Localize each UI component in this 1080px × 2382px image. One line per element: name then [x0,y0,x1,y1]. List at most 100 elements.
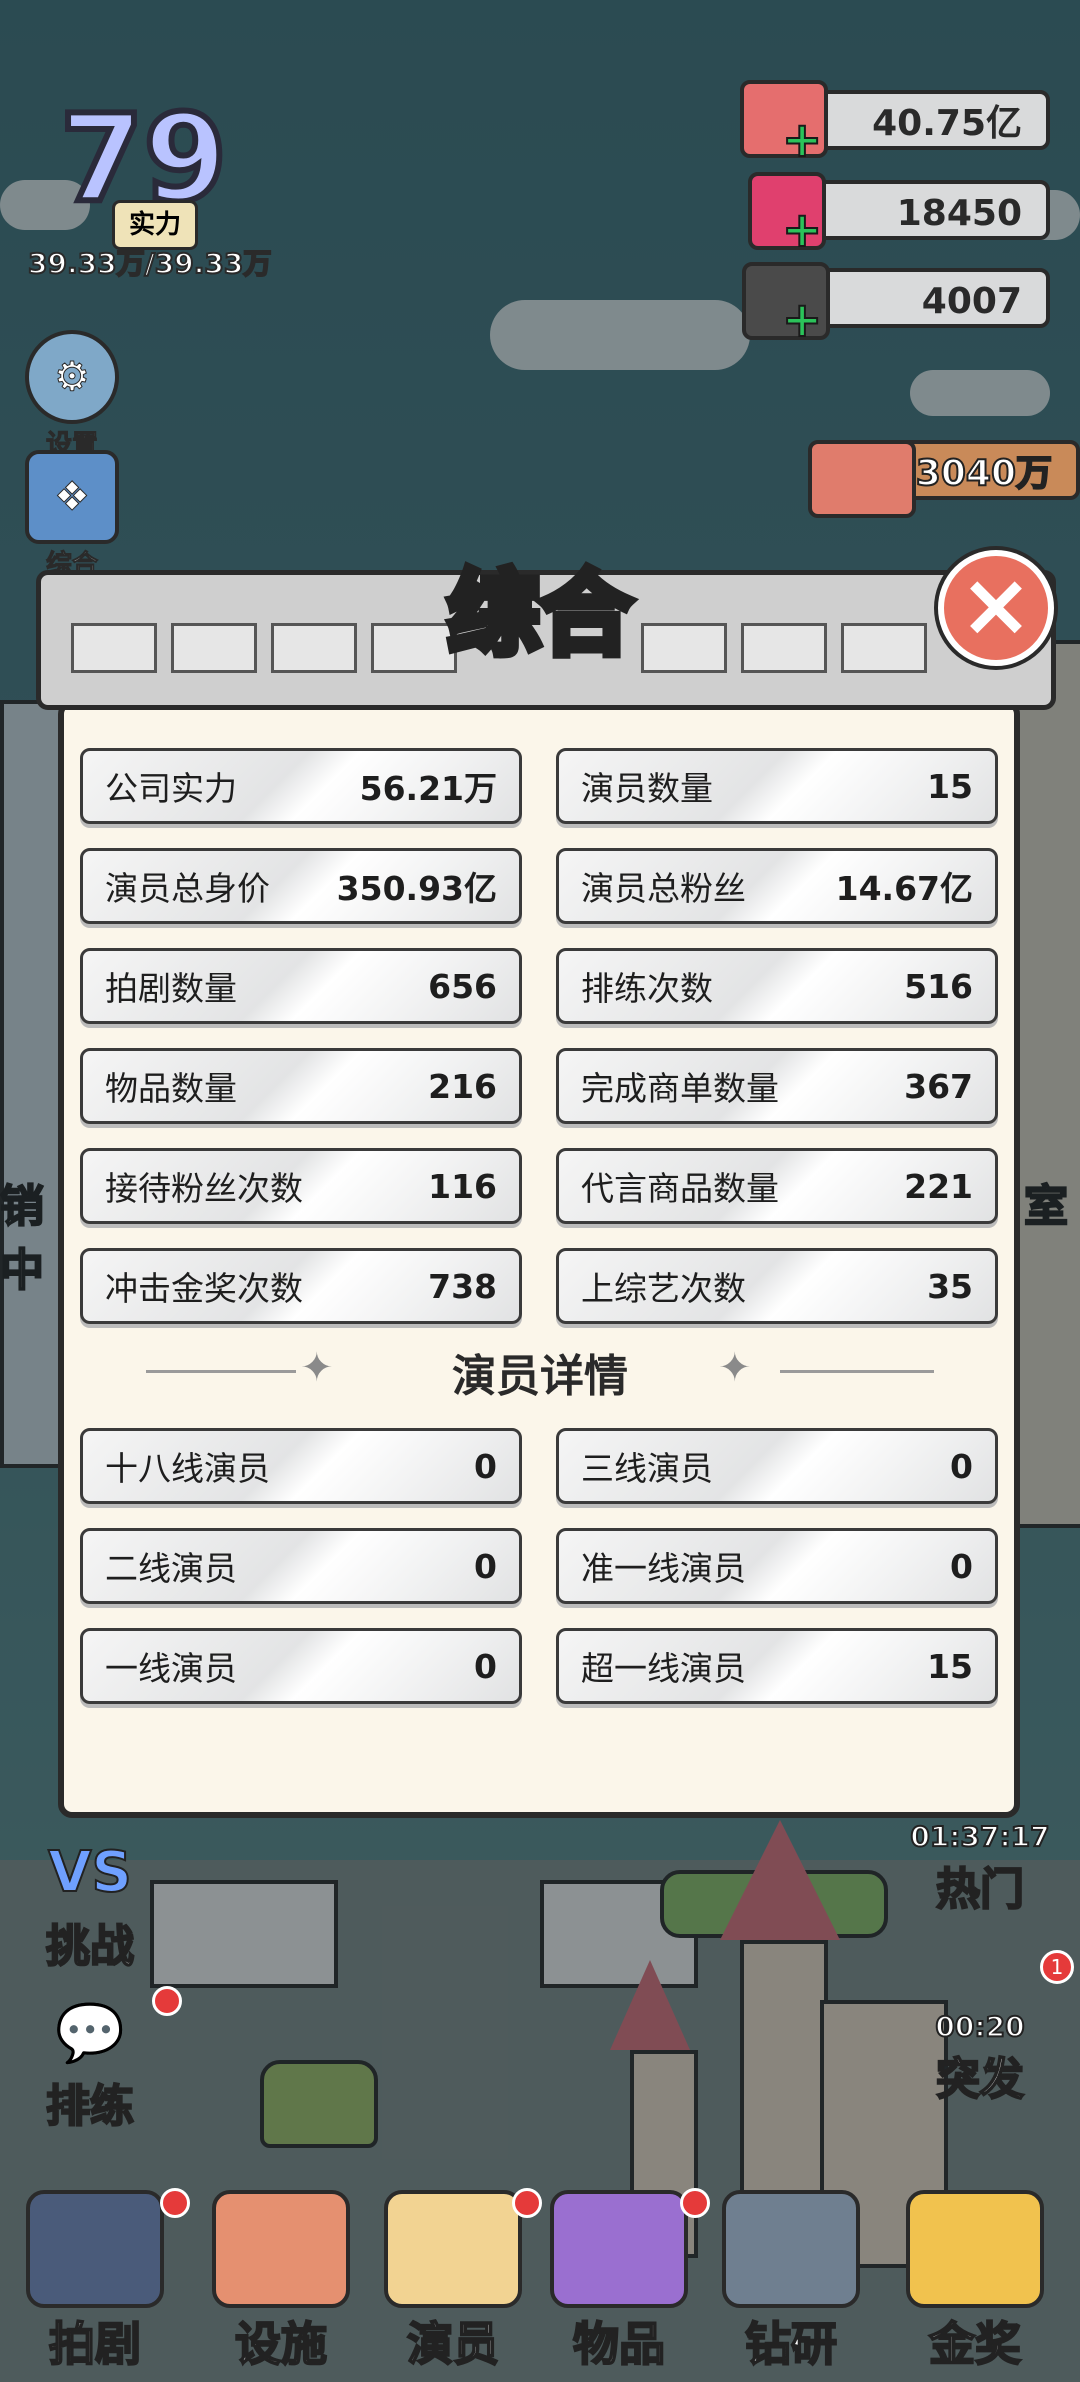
stat-value: 15 [927,766,973,806]
stat-value: 367 [904,1066,973,1106]
detail-value: 0 [474,1446,497,1486]
stat-value: 116 [428,1166,497,1206]
detail-label: 三线演员 [581,1449,713,1488]
stat-label: 演员总身价 [105,869,270,908]
nav-label: 钻研 [744,2316,838,2372]
book-icon: ❖ [25,450,119,544]
detail-row: 一线演员 0 [80,1628,522,1704]
notification-dot [680,2188,710,2218]
challenge-label: 挑战 [45,1920,135,1973]
stat-row: 演员总身价 350.93亿 [80,848,522,924]
stat-value: 221 [904,1166,973,1206]
hot-timer: 01:37:17 [909,1819,1050,1854]
sparkle-icon: ✦ [718,1345,752,1391]
speech-bubble-icon: 💬 [54,2000,126,2067]
stat-row: 接待粉丝次数 116 [80,1148,522,1224]
detail-value: 0 [474,1646,497,1686]
stat-value: 656 [428,966,497,1006]
detail-row: 准一线演员 0 [556,1528,998,1604]
stat-value: 35 [927,1266,973,1306]
nav-items[interactable]: 物品 [544,2190,694,2372]
detail-value: 0 [474,1546,497,1586]
rehearse-button[interactable]: 💬 排练 [20,2000,160,2134]
notification-dot [160,2188,190,2218]
close-button[interactable]: × [938,550,1054,666]
actor-portrait-icon [384,2190,522,2308]
trophy-star-icon [906,2190,1044,2308]
add-gems-button[interactable]: + [781,201,823,259]
nav-label: 金奖 [928,2316,1022,2372]
stat-value: 738 [428,1266,497,1306]
detail-row: 二线演员 0 [80,1528,522,1604]
notification-dot [152,1986,182,2016]
stat-label: 演员数量 [581,769,713,808]
emergency-badge: 1 [1040,1950,1074,1984]
stat-label: 完成商单数量 [581,1069,779,1108]
detail-row: 十八线演员 0 [80,1428,522,1504]
stat-row: 演员总粉丝 14.67亿 [556,848,998,924]
stat-value: 14.67亿 [835,869,973,908]
detail-value: 0 [950,1546,973,1586]
nav-actors[interactable]: 演员 [378,2190,528,2372]
stat-label: 公司实力 [105,769,237,808]
detail-value: 15 [927,1646,973,1686]
hot-label: 热门 [935,1863,1025,1916]
income-icon [808,440,916,518]
stat-value: 56.21万 [359,769,497,808]
stat-row: 代言商品数量 221 [556,1148,998,1224]
nav-label: 演员 [406,2316,500,2372]
emergency-button[interactable]: 00:20 突发 [900,2009,1060,2107]
detail-label: 准一线演员 [581,1549,746,1588]
nav-filming[interactable]: 拍剧 [20,2190,170,2372]
camera-icon [722,2190,860,2308]
stat-row: 上综艺次数 35 [556,1248,998,1324]
stat-label: 代言商品数量 [581,1169,779,1208]
stat-row: 物品数量 216 [80,1048,522,1124]
nav-facilities[interactable]: 设施 [206,2190,356,2372]
nav-golden-award[interactable]: 金奖 [900,2190,1050,2372]
stat-row: 演员数量 15 [556,748,998,824]
stat-row: 完成商单数量 367 [556,1048,998,1124]
nav-research[interactable]: 钻研 [716,2190,866,2372]
building-icon [212,2190,350,2308]
notification-dot [512,2188,542,2218]
clapperboard-icon [26,2190,164,2308]
stat-value: 516 [904,966,973,1006]
stat-value: 216 [428,1066,497,1106]
stat-label: 上综艺次数 [581,1269,746,1308]
modal-title: 综合 [444,557,636,672]
power-progress: 39.33万/39.33万 [27,246,272,281]
emergency-label: 突发 [935,2053,1025,2106]
detail-label: 十八线演员 [105,1449,270,1488]
settings-button[interactable]: ⚙ 设置 [22,330,122,461]
hot-button[interactable]: 01:37:17 热门 [900,1819,1060,1917]
stat-label: 排练次数 [581,969,713,1008]
detail-row: 三线演员 0 [556,1428,998,1504]
detail-value: 0 [950,1446,973,1486]
stat-value: 350.93亿 [336,869,497,908]
detail-row: 超一线演员 15 [556,1628,998,1704]
gear-icon: ⚙ [25,330,119,424]
stat-label: 冲击金奖次数 [105,1269,303,1308]
nav-label: 拍剧 [48,2316,142,2372]
stat-label: 演员总粉丝 [581,869,746,908]
stat-row: 公司实力 56.21万 [80,748,522,824]
stat-row: 拍剧数量 656 [80,948,522,1024]
emergency-timer: 00:20 [934,2009,1025,2044]
stat-label: 拍剧数量 [105,969,237,1008]
divider-line [780,1370,934,1373]
gem-bag-icon [550,2190,688,2308]
stat-label: 物品数量 [105,1069,237,1108]
challenge-button[interactable]: VS 挑战 [20,1839,160,1974]
detail-label: 二线演员 [105,1549,237,1588]
add-cards-button[interactable]: + [781,291,823,349]
detail-label: 超一线演员 [581,1649,746,1688]
close-icon: × [959,553,1033,656]
stat-row: 排练次数 516 [556,948,998,1024]
stat-label: 接待粉丝次数 [105,1169,303,1208]
add-cash-button[interactable]: + [781,111,823,169]
detail-label: 一线演员 [105,1649,237,1688]
nav-label: 物品 [572,2316,666,2372]
rehearse-label: 排练 [45,2080,135,2133]
stat-row: 冲击金奖次数 738 [80,1248,522,1324]
